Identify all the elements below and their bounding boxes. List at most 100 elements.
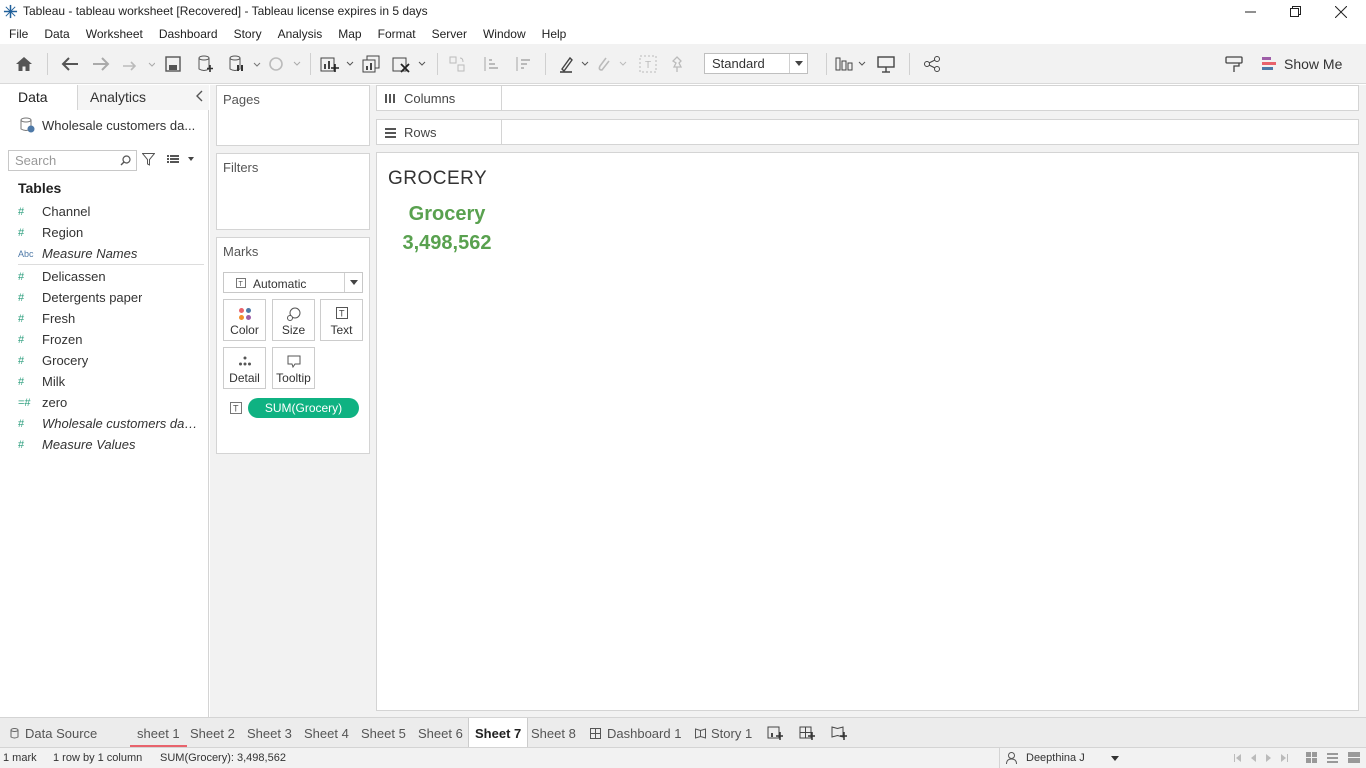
sort-descending-icon[interactable]	[512, 54, 532, 74]
presenter-icon[interactable]	[876, 54, 896, 74]
show-mark-labels-icon[interactable]: T	[638, 54, 658, 74]
size-label: Size	[281, 323, 306, 337]
field-frozen[interactable]: # Frozen	[18, 330, 198, 349]
size-button[interactable]: Size	[272, 299, 315, 341]
field-zero[interactable]: =# zero	[18, 393, 198, 412]
new-worksheet-tab-icon[interactable]	[767, 718, 783, 748]
view-mode-icons[interactable]	[1306, 752, 1362, 767]
field-delicassen[interactable]: # Delicassen	[18, 267, 198, 286]
menu-worksheet[interactable]: Worksheet	[86, 27, 143, 41]
tab-sheet-2[interactable]: Sheet 2	[190, 718, 235, 748]
undo-icon[interactable]	[60, 54, 80, 74]
duplicate-sheet-icon[interactable]	[361, 54, 381, 74]
group-members-icon[interactable]	[596, 54, 628, 74]
svg-text:T: T	[645, 60, 651, 71]
tab-analytics[interactable]: Analytics	[78, 85, 209, 110]
rows-shelf[interactable]: Rows	[376, 119, 1359, 145]
menu-window[interactable]: Window	[483, 27, 526, 41]
menu-dashboard[interactable]: Dashboard	[159, 27, 218, 41]
new-datasource-icon[interactable]	[196, 54, 216, 74]
field-channel[interactable]: # Channel	[18, 202, 198, 221]
menu-format[interactable]: Format	[378, 27, 416, 41]
detail-label: Detail	[229, 371, 260, 385]
detail-button[interactable]: Detail	[223, 347, 266, 389]
clear-sheet-icon[interactable]	[392, 54, 428, 74]
sort-ascending-icon[interactable]	[480, 54, 500, 74]
save-icon[interactable]	[164, 54, 182, 74]
collapse-pane-icon[interactable]	[195, 90, 203, 105]
sheet-navigation[interactable]	[1234, 753, 1294, 763]
view-options-icon[interactable]	[167, 154, 195, 164]
highlight-icon[interactable]	[558, 54, 590, 74]
new-worksheet-icon[interactable]	[320, 54, 356, 74]
menu-map[interactable]: Map	[338, 27, 361, 41]
menu-help[interactable]: Help	[542, 27, 567, 41]
svg-text:T: T	[239, 281, 244, 288]
field-fresh[interactable]: # Fresh	[18, 309, 198, 328]
tab-dashboard-1[interactable]: Dashboard 1	[590, 718, 681, 748]
pages-card[interactable]: Pages	[216, 85, 370, 146]
fit-dropdown[interactable]: Standard	[704, 53, 808, 74]
tab-data-source[interactable]: Data Source	[10, 718, 97, 748]
new-story-tab-icon[interactable]	[831, 718, 847, 748]
tab-data[interactable]: Data	[0, 85, 78, 110]
field-milk[interactable]: # Milk	[18, 372, 198, 391]
tableau-logo-icon	[3, 4, 18, 19]
restore-icon[interactable]	[1272, 0, 1318, 23]
kpi-value[interactable]: 3,498,562	[377, 232, 517, 255]
pause-updates-icon[interactable]	[228, 54, 262, 74]
format-painter-icon[interactable]	[1224, 54, 1244, 74]
menu-file[interactable]: File	[9, 27, 28, 41]
chevron-down-icon	[344, 273, 362, 292]
field-measure-values[interactable]: # Measure Values	[18, 435, 198, 454]
tab-sheet-8[interactable]: Sheet 8	[531, 718, 576, 748]
measure-icon: #	[18, 417, 25, 430]
close-icon[interactable]	[1318, 0, 1364, 23]
field-detergents-paper[interactable]: # Detergents paper	[18, 288, 198, 307]
tab-sheet-3[interactable]: Sheet 3	[247, 718, 292, 748]
presentation-mode-icon[interactable]	[834, 54, 868, 74]
refresh-icon[interactable]	[266, 54, 302, 74]
home-icon[interactable]	[14, 54, 34, 74]
text-button[interactable]: T Text	[320, 299, 363, 341]
filters-card[interactable]: Filters	[216, 153, 370, 230]
measure-icon: #	[18, 438, 25, 451]
field-grocery[interactable]: # Grocery	[18, 351, 198, 370]
search-input[interactable]: Search	[8, 150, 137, 171]
columns-shelf[interactable]: Columns	[376, 85, 1359, 111]
tab-sheet-6[interactable]: Sheet 6	[418, 718, 463, 748]
fix-axes-icon[interactable]	[667, 54, 687, 74]
toolbar: T	[0, 44, 1366, 84]
menu-data[interactable]: Data	[44, 27, 69, 41]
swap-rows-columns-icon[interactable]	[447, 54, 467, 74]
menu-server[interactable]: Server	[432, 27, 467, 41]
tab-story-1[interactable]: Story 1	[695, 718, 752, 748]
rows-label: Rows	[404, 124, 437, 140]
minimize-icon[interactable]	[1227, 0, 1273, 23]
tab-sheet-7[interactable]: Sheet 7	[468, 718, 529, 748]
menu-story[interactable]: Story	[234, 27, 262, 41]
kpi-label[interactable]: Grocery	[377, 203, 517, 226]
columns-icon	[385, 94, 395, 103]
mark-type-dropdown[interactable]: T Automatic	[223, 272, 363, 293]
worksheet-view[interactable]: GROCERY Grocery 3,498,562	[376, 152, 1359, 711]
tab-sheet-4[interactable]: Sheet 4	[304, 718, 349, 748]
field-wholesale-count[interactable]: # Wholesale customers dat...	[18, 414, 198, 433]
datasource-item[interactable]: Wholesale customers da...	[19, 117, 195, 133]
tab-sheet-5[interactable]: Sheet 5	[361, 718, 406, 748]
user-menu[interactable]: Deepthina J	[999, 748, 1127, 768]
tooltip-button[interactable]: Tooltip	[272, 347, 315, 389]
redo-icon[interactable]	[91, 54, 111, 74]
field-measure-names[interactable]: Abc Measure Names	[18, 244, 198, 263]
text-icon: T	[321, 307, 362, 319]
menu-analysis[interactable]: Analysis	[278, 27, 323, 41]
new-dashboard-tab-icon[interactable]	[799, 718, 815, 748]
field-region[interactable]: # Region	[18, 223, 198, 242]
tab-sheet-1[interactable]: sheet 1	[130, 718, 187, 748]
sum-grocery-pill[interactable]: SUM(Grocery)	[248, 398, 359, 418]
share-icon[interactable]	[922, 54, 942, 74]
replay-icon[interactable]	[120, 54, 156, 74]
color-button[interactable]: Color	[223, 299, 266, 341]
show-me-button[interactable]: Show Me	[1262, 54, 1342, 74]
filter-icon[interactable]	[141, 153, 156, 169]
